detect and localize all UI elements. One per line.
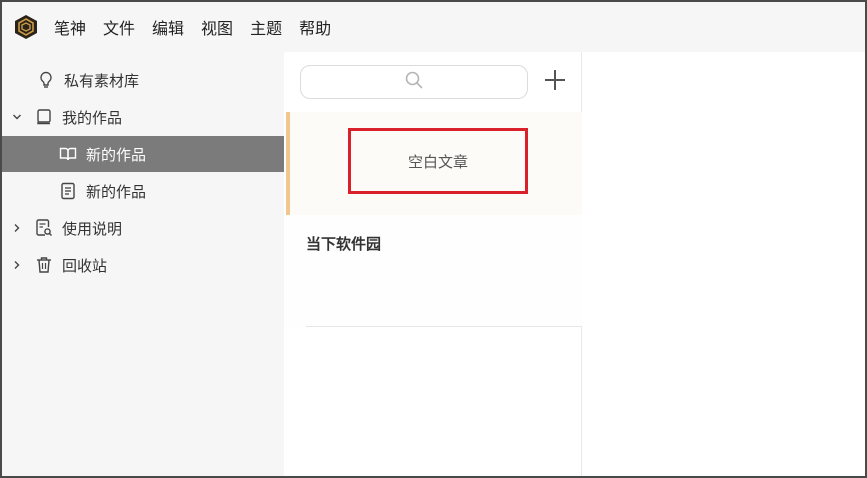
plus-icon: [543, 68, 567, 96]
document-card[interactable]: 当下软件园: [284, 215, 582, 327]
sidebar-item-material-library[interactable]: 私有素材库: [2, 62, 284, 98]
chevron-down-icon[interactable]: [10, 110, 24, 124]
menu-view[interactable]: 视图: [201, 15, 233, 39]
chevron-right-icon[interactable]: [10, 258, 24, 272]
sidebar-item-label: 我的作品: [62, 108, 123, 127]
app-logo-icon[interactable]: [12, 13, 40, 41]
sidebar-item-label: 回收站: [62, 256, 108, 275]
sidebar-item-my-works[interactable]: 我的作品: [2, 99, 284, 135]
document-card-selected[interactable]: 空白文章: [286, 112, 582, 215]
menu-file[interactable]: 文件: [103, 15, 135, 39]
document-icon: [58, 181, 78, 201]
highlight-box: 空白文章: [348, 128, 528, 194]
menu-help[interactable]: 帮助: [299, 15, 331, 39]
menu-edit[interactable]: 编辑: [152, 15, 184, 39]
add-document-button[interactable]: [541, 68, 569, 96]
search-input[interactable]: [300, 65, 528, 99]
chevron-right-icon[interactable]: [10, 221, 24, 235]
sidebar-item-new-work[interactable]: 新的作品: [2, 173, 284, 209]
app-window: 笔神 文件 编辑 视图 主题 帮助 私有素材库 我的作品 新的作品 新的作品 使…: [0, 0, 867, 478]
editor-area[interactable]: [583, 52, 865, 476]
sidebar-item-recycle-bin[interactable]: 回收站: [2, 247, 284, 283]
lightbulb-icon: [36, 70, 56, 90]
sidebar: 私有素材库 我的作品 新的作品 新的作品 使用说明 回收站: [2, 52, 284, 476]
sidebar-item-label: 新的作品: [86, 145, 147, 164]
sidebar-item-label: 私有素材库: [64, 71, 140, 90]
trash-icon: [34, 255, 54, 275]
document-list: 空白文章 当下软件园: [284, 52, 582, 476]
sidebar-item-label: 使用说明: [62, 219, 123, 238]
search-icon: [404, 70, 424, 94]
menu-bar: 笔神 文件 编辑 视图 主题 帮助: [2, 2, 865, 52]
search-document-icon: [34, 218, 54, 238]
menu-bishen[interactable]: 笔神: [54, 15, 86, 39]
document-card-title: 空白文章: [407, 152, 468, 171]
sidebar-item-label: 新的作品: [86, 182, 147, 201]
document-card-title: 当下软件园: [306, 235, 382, 253]
sidebar-item-new-work-selected[interactable]: 新的作品: [2, 136, 284, 172]
open-book-icon: [58, 144, 78, 164]
card-divider: [306, 326, 582, 327]
menu-theme[interactable]: 主题: [250, 15, 282, 39]
book-icon: [34, 107, 54, 127]
sidebar-item-user-guide[interactable]: 使用说明: [2, 210, 284, 246]
